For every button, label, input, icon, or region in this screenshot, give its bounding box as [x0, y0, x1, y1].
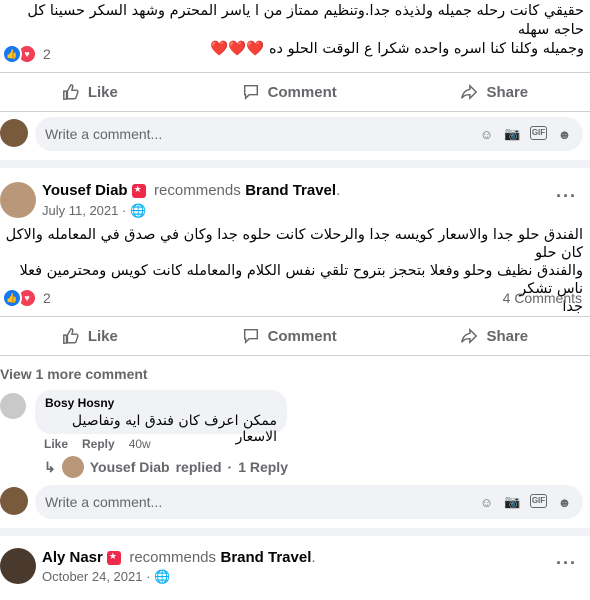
reply-author: Yousef Diab [89, 459, 170, 475]
divider [0, 355, 590, 356]
composer-icons: ☺ 📷 GIF ☻ [478, 125, 573, 143]
post1-text-line1: حقيقي كانت رحله جميله ولذيذه جدا.وتنظيم … [27, 3, 584, 38]
comment-author[interactable]: Bosy Hosny [45, 396, 277, 410]
yousef-diab-avatar[interactable] [0, 182, 36, 218]
like-button[interactable]: Like [62, 327, 118, 345]
emoji-icon[interactable]: ☺ [478, 126, 495, 143]
post-separator [0, 528, 590, 536]
like-reaction-icon: 👍 [2, 288, 22, 308]
period: . [336, 182, 341, 199]
reply-arrow-icon: ↳ [44, 458, 56, 475]
divider [0, 111, 590, 112]
reply-author-avatar [61, 456, 84, 478]
bosy-hosny-avatar[interactable] [0, 393, 26, 419]
comment-button[interactable]: Comment [242, 83, 337, 101]
share-icon [461, 327, 478, 345]
post2-date[interactable]: July 11, 2021 [42, 203, 118, 218]
gif-icon[interactable]: GIF [530, 125, 547, 140]
post2-meta: July 11, 2021 · 🌐 [42, 203, 147, 218]
share-label: Share [486, 327, 529, 345]
comment-actions: Like Reply 40w [44, 437, 151, 451]
post1-reaction-count: 2 [43, 46, 51, 62]
more-options-icon[interactable]: ··· [556, 186, 577, 207]
post2-text-line1: الفندق حلو جدا والاسعار كويسه جدا والرحل… [5, 227, 583, 261]
more-options-icon[interactable]: ··· [556, 553, 577, 574]
like-label: Like [87, 83, 118, 101]
share-button[interactable]: Share [460, 83, 528, 101]
post3-date[interactable]: October 24, 2021 [42, 569, 142, 584]
post3-author[interactable]: Aly Nasr [42, 549, 103, 566]
comment-composer[interactable]: Write a comment... ☺ 📷 GIF ☻ [35, 485, 583, 519]
thumbs-up-icon [62, 84, 79, 100]
comment-reply-link[interactable]: Reply [82, 437, 115, 451]
comment-input[interactable]: Write a comment... [45, 126, 478, 142]
post2-page-link[interactable]: Brand Travel [245, 182, 336, 199]
comment-composer[interactable]: Write a comment... ☺ 📷 GIF ☻ [35, 117, 583, 151]
comment-label: Comment [267, 327, 337, 345]
current-user-avatar[interactable] [0, 487, 28, 515]
like-reaction-icon: 👍 [2, 44, 22, 64]
view-more-comments-link[interactable]: View 1 more comment [0, 366, 148, 382]
post3-recommends: recommends [129, 549, 217, 566]
post2-action-bar: Like Comment Share [0, 317, 590, 355]
post1-action-bar: Like Comment Share [0, 73, 590, 111]
sticker-icon[interactable]: ☻ [556, 494, 573, 511]
recommend-badge-icon [106, 550, 121, 565]
reply-summary[interactable]: ↳ Yousef Diab replied · 1 Reply [44, 456, 288, 478]
current-user-avatar[interactable] [0, 119, 28, 147]
post1-text: حقيقي كانت رحله جميله ولذيذه جدا.وتنظيم … [0, 2, 584, 59]
sticker-icon[interactable]: ☻ [556, 126, 573, 143]
reply-count: 1 Reply [238, 459, 288, 475]
period: . [311, 549, 316, 566]
comment-button[interactable]: Comment [242, 327, 337, 345]
recommend-badge-icon [131, 183, 146, 198]
post1-reactions[interactable]: 👍 ♥ 2 [2, 44, 51, 64]
camera-icon[interactable]: 📷 [504, 494, 521, 511]
post3-page-link[interactable]: Brand Travel [220, 549, 311, 566]
post2-reactions[interactable]: 👍 ♥ 2 [2, 288, 51, 308]
comment-like-link[interactable]: Like [44, 437, 68, 451]
post2-recommends: recommends [154, 182, 241, 199]
like-button[interactable]: Like [62, 83, 118, 101]
post-separator [0, 160, 590, 168]
gif-icon[interactable]: GIF [530, 493, 547, 508]
comment-icon [243, 328, 258, 345]
comment-label: Comment [267, 83, 337, 101]
comment-bubble: Bosy Hosny ممكن اعرف كان فندق ايه وتفاصي… [35, 390, 287, 445]
post3-header: Aly Nasr recommends Brand Travel. [42, 549, 542, 567]
comment-input[interactable]: Write a comment... [45, 494, 478, 510]
post2-author[interactable]: Yousef Diab [42, 182, 128, 199]
reply-replied: replied [175, 459, 222, 475]
post2-reaction-count: 2 [43, 290, 51, 306]
comment-icon [243, 84, 258, 101]
reply-separator: · [227, 459, 233, 475]
like-label: Like [87, 327, 118, 345]
composer-icons: ☺ 📷 GIF ☻ [478, 493, 573, 511]
post1-text-line2: وجميله وكلنا كنا اسره واحده شكرا ع الوقت… [210, 41, 584, 57]
share-icon [461, 83, 478, 101]
comment-time[interactable]: 40w [129, 437, 151, 451]
share-button[interactable]: Share [460, 327, 528, 345]
post2-header: Yousef Diab recommends Brand Travel. [42, 182, 542, 200]
post2-text: الفندق حلو جدا والاسعار كويسه جدا والرحل… [0, 226, 583, 316]
camera-icon[interactable]: 📷 [504, 126, 521, 143]
globe-icon: 🌐 [129, 203, 147, 218]
post2-text-line3: جدا [562, 299, 583, 315]
share-label: Share [486, 83, 529, 101]
thumbs-up-icon [62, 328, 79, 344]
aly-nasr-avatar[interactable] [0, 548, 36, 584]
post2-text-line2: والفندق نظيف وحلو وفعلا بتحجز بتروح تلقي… [19, 263, 583, 297]
post3-meta: October 24, 2021 · 🌐 [42, 569, 171, 584]
globe-icon: 🌐 [154, 569, 171, 584]
emoji-icon[interactable]: ☺ [478, 494, 495, 511]
post2-comments-count[interactable]: 4 Comments [503, 290, 582, 306]
